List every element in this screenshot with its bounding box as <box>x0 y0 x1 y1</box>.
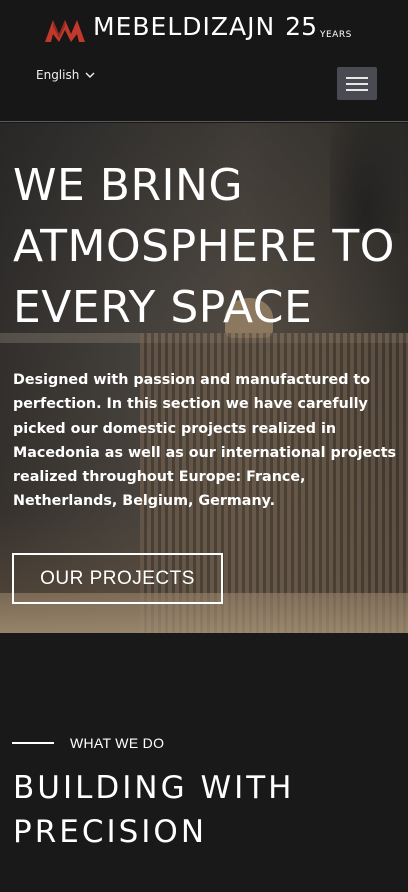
what-we-do-section: WHAT WE DO BUILDING WITH PRECISION <box>0 633 408 892</box>
our-projects-button[interactable]: OUR PROJECTS <box>12 553 223 604</box>
hamburger-menu-icon <box>346 76 368 79</box>
hero-description: Designed with passion and manufactured t… <box>13 372 397 510</box>
chevron-down-icon <box>85 72 95 78</box>
brand-years-label: YEARS <box>319 30 352 40</box>
brand-name: MEBELDIZAJN <box>93 12 276 41</box>
eyebrow-text: WHAT WE DO <box>70 735 165 751</box>
brand-years-number: 25 <box>285 12 317 41</box>
language-selector[interactable]: English <box>36 68 95 82</box>
language-label: English <box>36 68 80 82</box>
eyebrow-divider <box>12 742 54 744</box>
brand-logo[interactable]: MEBELDIZAJN 25 YEARS <box>45 12 352 42</box>
hero-title: WE BRING ATMOSPHERE TO EVERY SPACE <box>13 160 395 333</box>
menu-toggle-button[interactable] <box>337 67 377 100</box>
hero-section: WE BRING ATMOSPHERE TO EVERY SPACE Desig… <box>0 123 408 633</box>
section-eyebrow: WHAT WE DO <box>12 735 164 751</box>
section-title: BUILDING WITH PRECISION <box>13 770 295 850</box>
site-header: MEBELDIZAJN 25 YEARS English <box>0 0 408 122</box>
mebeldizajn-mark-icon <box>45 20 85 42</box>
